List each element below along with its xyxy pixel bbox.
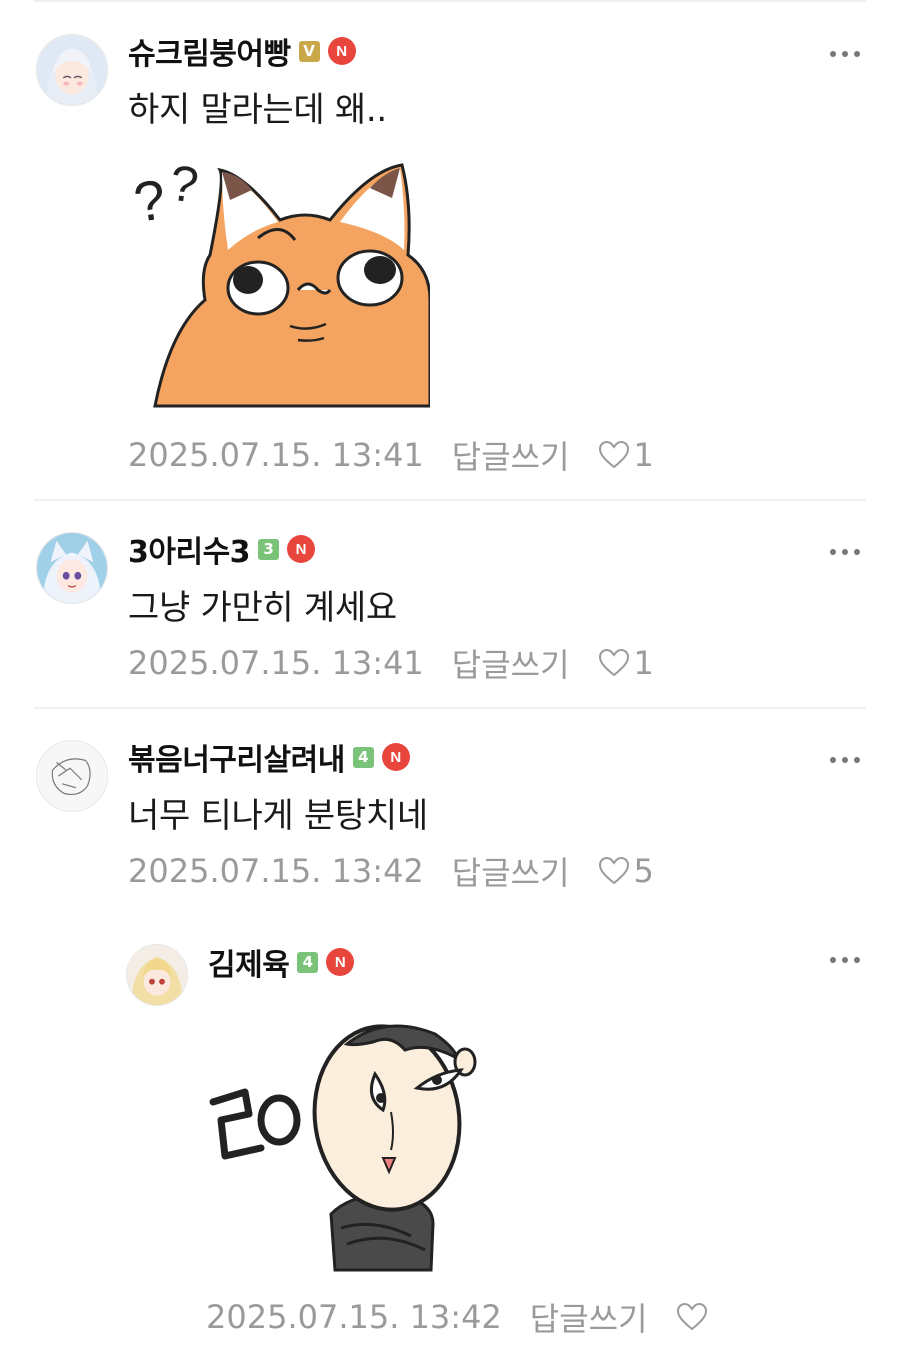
like-button[interactable] — [676, 1302, 712, 1332]
level-badge-icon: V — [298, 40, 320, 62]
reply-comment-item: 김제육 4 N 2025.07.15. 13:42 답글쓰기 — [0, 918, 900, 1352]
more-dots-icon[interactable] — [830, 542, 860, 562]
comment-date: 2025.07.15. 13:41 — [128, 436, 424, 474]
more-dots-icon[interactable] — [830, 44, 860, 64]
avatar[interactable] — [36, 532, 108, 604]
new-badge-icon: N — [327, 37, 356, 65]
like-count: 1 — [633, 436, 654, 474]
reply-button[interactable]: 답글쓰기 — [452, 432, 570, 478]
avatar[interactable] — [126, 944, 188, 1006]
comment-date: 2025.07.15. 13:42 — [128, 852, 424, 890]
like-count: 1 — [633, 644, 654, 682]
new-badge-icon: N — [326, 948, 355, 976]
level-badge-icon: 4 — [352, 746, 374, 768]
comment-text: 너무 티나게 분탕치네 — [128, 796, 428, 836]
heart-outline-icon — [598, 856, 629, 885]
nickname[interactable]: 3아리수3 — [128, 527, 251, 571]
avatar[interactable] — [36, 34, 108, 106]
reply-button[interactable]: 답글쓰기 — [530, 1294, 648, 1340]
comment-date: 2025.07.15. 13:41 — [128, 644, 424, 682]
like-button[interactable]: 5 — [598, 852, 654, 890]
comment-item: 3아리수3 3 N 그냥 가만히 계세요 2025.07.15. 13:41 답… — [0, 500, 900, 708]
more-dots-icon[interactable] — [830, 750, 860, 770]
comment-item: 슈크림붕어빵 V N 하지 말라는데 왜.. ? ? 2025.07.15. 1… — [0, 0, 900, 500]
like-button[interactable]: 1 — [598, 644, 654, 682]
comment-text: 하지 말라는데 왜.. — [128, 90, 387, 130]
new-badge-icon: N — [381, 743, 410, 771]
heart-outline-icon — [598, 648, 629, 677]
new-badge-icon: N — [287, 535, 316, 563]
like-button[interactable]: 1 — [598, 436, 654, 474]
comment-date: 2025.07.15. 13:42 — [206, 1298, 502, 1336]
bald-man-sticker — [205, 1014, 495, 1274]
nickname[interactable]: 김제육 — [208, 940, 290, 984]
like-count: 5 — [633, 852, 654, 890]
comment-item: 볶음너구리살려내 4 N 너무 티나게 분탕치네 2025.07.15. 13:… — [0, 708, 900, 918]
svg-text:?: ? — [166, 154, 201, 213]
svg-text:?: ? — [130, 167, 169, 234]
confused-fox-sticker: ? ? — [130, 150, 432, 408]
heart-outline-icon — [676, 1302, 707, 1331]
reply-button[interactable]: 답글쓰기 — [452, 640, 570, 686]
nickname[interactable]: 볶음너구리살려내 — [128, 735, 345, 779]
level-badge-icon: 4 — [297, 951, 319, 973]
reply-button[interactable]: 답글쓰기 — [452, 848, 570, 894]
avatar[interactable] — [36, 740, 108, 812]
heart-outline-icon — [598, 440, 629, 469]
level-badge-icon: 3 — [258, 538, 280, 560]
comment-text: 그냥 가만히 계세요 — [128, 588, 397, 628]
more-dots-icon[interactable] — [830, 950, 860, 970]
nickname[interactable]: 슈크림붕어빵 — [128, 29, 291, 73]
